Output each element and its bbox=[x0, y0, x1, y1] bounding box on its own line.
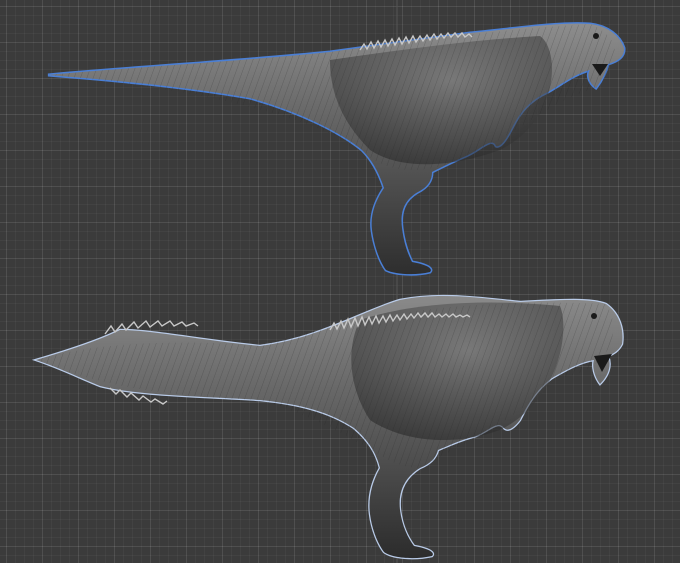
model-top-skin-texture bbox=[48, 24, 615, 171]
3d-viewport-canvas[interactable] bbox=[0, 0, 680, 563]
model-top-eye bbox=[593, 33, 599, 39]
model-bottom-skin-texture bbox=[36, 302, 614, 468]
viewport-scene[interactable] bbox=[0, 0, 680, 563]
carnivore-model-bottom[interactable] bbox=[31, 294, 624, 560]
model-bottom-eye bbox=[591, 313, 597, 319]
carnivore-model-top[interactable] bbox=[47, 22, 626, 276]
